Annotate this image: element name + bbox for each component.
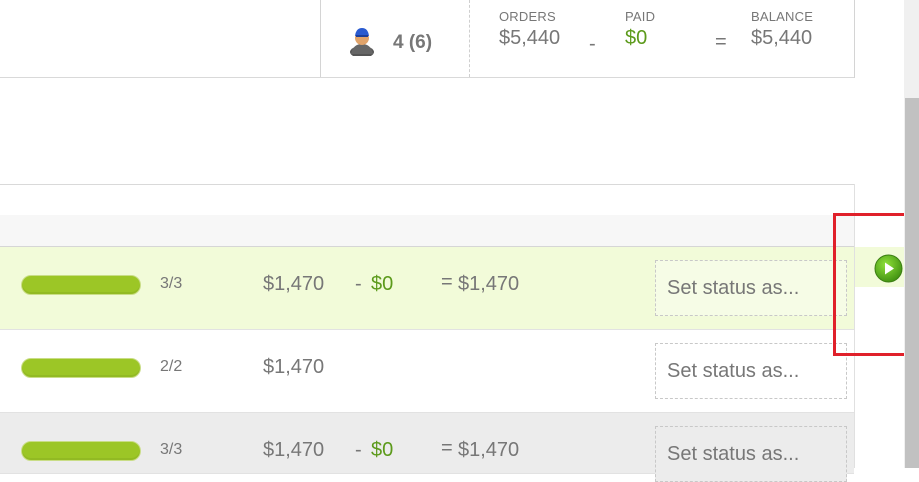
balance-value: $5,440 xyxy=(751,27,813,49)
row-amount: $1,470 xyxy=(263,439,325,461)
row-balance: $1,470 xyxy=(458,273,520,295)
row-paid: $0 xyxy=(371,273,394,295)
summary-bar: 4 (6) ORDERS $5,440 - PAID $0 = BALANCE … xyxy=(0,0,855,78)
status-field[interactable]: Set status as... xyxy=(655,260,847,316)
row-amount: $1,470 xyxy=(263,356,325,378)
progress-bar xyxy=(21,358,141,378)
progress-bar xyxy=(21,275,141,295)
orders-label: ORDERS xyxy=(499,9,556,24)
person-avatar-icon xyxy=(350,28,374,56)
table-row[interactable]: 3/3 $1,470 - $0 = $1,470 Set status as..… xyxy=(0,247,854,330)
progress-fraction: 2/2 xyxy=(160,358,183,375)
row-equals: = xyxy=(441,271,453,293)
row-minus: - xyxy=(355,273,362,295)
status-field[interactable]: Set status as... xyxy=(655,426,847,482)
row-balance: $1,470 xyxy=(458,439,520,461)
orders-summary: ORDERS $5,440 xyxy=(499,9,560,50)
progress-bar xyxy=(21,441,141,461)
paid-summary: PAID $0 xyxy=(625,9,655,50)
people-count: 4 (6) xyxy=(393,32,433,53)
paid-value: $0 xyxy=(625,27,648,49)
orders-value: $5,440 xyxy=(499,27,561,49)
table-row[interactable]: 3/3 $1,470 - $0 = $1,470 Set status as..… xyxy=(0,413,854,482)
status-field[interactable]: Set status as... xyxy=(655,343,847,399)
row-paid: $0 xyxy=(371,439,394,461)
row-equals: = xyxy=(441,437,453,459)
table-header xyxy=(0,185,854,247)
minus-operator: - xyxy=(589,33,596,55)
row-amount: $1,470 xyxy=(263,273,325,295)
scrollbar-thumb[interactable] xyxy=(905,98,919,468)
balance-summary: BALANCE $5,440 xyxy=(751,9,813,50)
equals-operator: = xyxy=(715,31,727,53)
divider xyxy=(854,0,855,78)
people-count-panel: 4 (6) xyxy=(320,0,470,77)
balance-label: BALANCE xyxy=(751,9,814,24)
progress-fraction: 3/3 xyxy=(160,275,183,292)
table-row[interactable]: 2/2 $1,470 Set status as... xyxy=(0,330,854,413)
progress-fraction: 3/3 xyxy=(160,441,183,458)
paid-label: PAID xyxy=(625,9,656,24)
row-minus: - xyxy=(355,439,362,461)
